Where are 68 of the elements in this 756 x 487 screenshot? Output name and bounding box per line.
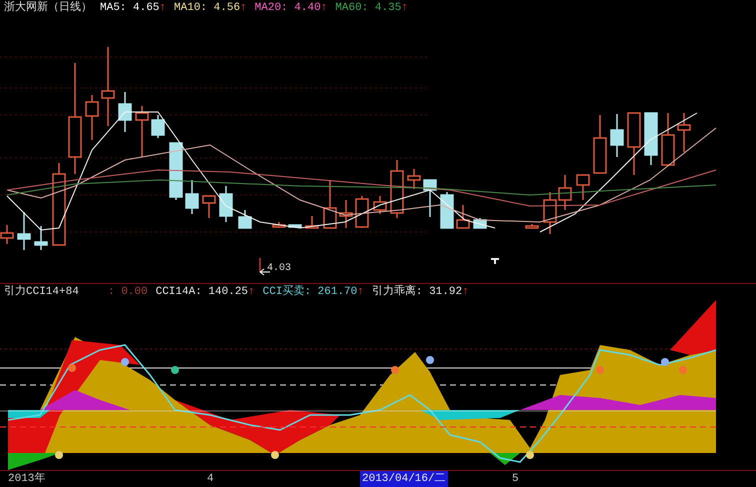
candlestick <box>185 180 199 214</box>
candlestick <box>272 222 286 228</box>
candlestick <box>661 113 675 166</box>
marker-icon <box>491 258 499 264</box>
signal-marker-icon <box>526 451 534 459</box>
candlestick <box>456 205 470 229</box>
candlestick <box>118 92 132 132</box>
signal-marker-icon <box>426 356 434 364</box>
indicator-value: CCI买卖: 261.70 <box>262 286 358 298</box>
candlestick <box>238 210 252 229</box>
axis-label: 2013年 <box>7 471 46 487</box>
candlestick <box>0 225 14 244</box>
candlestick <box>34 226 48 250</box>
signal-marker-icon <box>121 358 129 366</box>
candlestick <box>355 196 369 228</box>
signal-marker-icon <box>679 366 687 374</box>
candlestick <box>543 192 557 234</box>
candlestick <box>677 113 691 152</box>
signal-marker-icon <box>68 364 76 372</box>
signal-marker-icon <box>391 366 399 374</box>
candlestick <box>423 179 437 217</box>
candlestick <box>151 115 165 138</box>
candlestick <box>373 196 387 214</box>
indicator-value: MA10: 4.56 <box>174 2 240 14</box>
candlestick <box>390 160 404 218</box>
candlestick <box>644 112 658 165</box>
up-arrow-icon: ↑ <box>320 2 328 14</box>
candlestick <box>305 216 319 229</box>
signal-marker-icon <box>271 451 279 459</box>
up-arrow-icon: ↑ <box>248 286 255 298</box>
candlestick <box>17 212 31 250</box>
candlestick <box>407 169 421 189</box>
candlestick <box>576 174 590 200</box>
indicator-value: MA5: 4.65 <box>100 2 160 14</box>
signal-marker-icon <box>171 366 179 374</box>
candlestick <box>339 200 353 228</box>
candlestick <box>440 192 454 229</box>
chart-title: 浙大网新（日线） <box>4 0 92 16</box>
signal-marker-icon <box>596 366 604 374</box>
axis-label: 4 <box>206 472 215 487</box>
candlestick <box>627 112 641 175</box>
low-price-label: 4.03 <box>267 263 292 274</box>
candlestick <box>558 175 572 210</box>
indicator-value: : 0.00 <box>108 286 148 298</box>
candlestick <box>610 114 624 157</box>
candlestick <box>202 195 216 218</box>
candlestick <box>135 106 149 157</box>
signal-marker-icon <box>55 451 63 459</box>
candlestick <box>525 224 539 229</box>
indicator-value: MA20: 4.40 <box>254 2 321 14</box>
indicator-value: 引力乖离: 31.92 <box>372 286 462 298</box>
indicator-value: CCI14A: 140.25 <box>156 286 248 298</box>
up-arrow-icon: ↑ <box>159 2 166 14</box>
indicator-value: MA60: 4.35 <box>335 2 402 14</box>
indicator-name: 引力CCI14+84 <box>4 284 80 300</box>
up-arrow-icon: ↑ <box>401 2 408 14</box>
up-arrow-icon: ↑ <box>240 2 247 14</box>
candlestick <box>219 186 233 222</box>
candlestick <box>593 115 607 174</box>
axis-label: 5 <box>511 472 520 487</box>
candlestick <box>169 142 183 200</box>
candlestick <box>85 95 99 140</box>
candlestick <box>288 224 302 228</box>
date-cursor-label: 2013/04/16/二 <box>360 471 448 487</box>
candlestick <box>323 180 337 229</box>
up-arrow-icon: ↑ <box>462 286 469 298</box>
up-arrow-icon: ↑ <box>357 286 364 298</box>
signal-marker-icon <box>661 358 669 366</box>
